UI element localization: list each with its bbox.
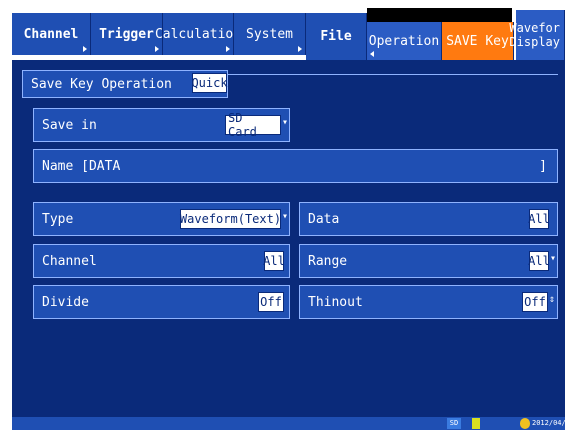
submenu-arrow-icon bbox=[298, 46, 302, 52]
data-select[interactable]: All bbox=[528, 209, 550, 229]
sd-card-icon: SD bbox=[447, 418, 461, 429]
divide-select[interactable]: Off bbox=[258, 292, 284, 312]
thinout-select[interactable]: Off bbox=[522, 292, 548, 312]
tab-system-label: System bbox=[246, 26, 293, 42]
submenu-arrow-icon bbox=[370, 51, 374, 57]
section-divider bbox=[228, 74, 558, 75]
screen: Channel Trigger Calculation System File … bbox=[12, 8, 565, 430]
dropdown-arrow-icon: ▾ bbox=[550, 253, 557, 264]
submenu-arrow-icon bbox=[83, 46, 87, 52]
dropdown-arrow-icon: ▾ bbox=[282, 117, 289, 128]
range-row: Range All ▾ bbox=[299, 244, 558, 278]
name-label: Name [DATA bbox=[42, 159, 121, 174]
thinout-label: Thinout bbox=[308, 295, 363, 310]
data-row: Data All bbox=[299, 202, 558, 236]
tab-save-key-label: SAVE Key bbox=[446, 33, 509, 49]
tab-operation[interactable]: Operation bbox=[367, 22, 442, 60]
channel-select[interactable]: All bbox=[263, 251, 285, 271]
tab-waveform-line1: Wavefor bbox=[509, 21, 560, 35]
status-bar: SD 2012/04/ bbox=[12, 417, 565, 430]
channel-row: Channel All bbox=[33, 244, 290, 278]
status-date: 2012/04/ bbox=[532, 419, 565, 427]
tab-file[interactable]: File bbox=[306, 13, 367, 60]
range-select[interactable]: All bbox=[528, 251, 550, 271]
power-icon bbox=[520, 418, 530, 429]
tab-trigger[interactable]: Trigger bbox=[91, 13, 163, 55]
name-end-bracket: ] bbox=[539, 159, 547, 174]
save-in-label: Save in bbox=[42, 118, 97, 133]
tab-channel-label: Channel bbox=[23, 26, 79, 42]
tab-calculation[interactable]: Calculation bbox=[155, 13, 241, 55]
tab-system[interactable]: System bbox=[234, 13, 306, 55]
quick-mode-button[interactable]: Quick bbox=[191, 73, 228, 93]
dropdown-arrow-icon: ▾ bbox=[282, 211, 289, 222]
thinout-row: Thinout Off ⇕ bbox=[299, 285, 558, 319]
range-label: Range bbox=[308, 254, 348, 269]
save-in-row: Save in SD Card ▾ bbox=[33, 108, 290, 142]
save-in-select[interactable]: SD Card bbox=[225, 111, 281, 139]
divide-label: Divide bbox=[42, 295, 89, 310]
divide-row: Divide Off bbox=[33, 285, 290, 319]
name-row[interactable]: Name [DATA ] bbox=[33, 149, 558, 183]
section-title-label: Save Key Operation bbox=[31, 76, 172, 92]
tab-waveform-line2: Display bbox=[509, 35, 560, 49]
channel-label: Channel bbox=[42, 254, 97, 269]
settings-panel: Save Key Operation Quick Save in SD Card… bbox=[12, 60, 565, 417]
data-label: Data bbox=[308, 212, 340, 227]
tab-operation-label: Operation bbox=[368, 33, 440, 49]
top-black-strip bbox=[367, 8, 512, 22]
stepper-arrows-icon: ⇕ bbox=[549, 294, 556, 305]
tab-trigger-label: Trigger bbox=[99, 26, 154, 42]
type-select[interactable]: Waveform(Text) bbox=[180, 209, 281, 229]
tab-file-label: File bbox=[320, 29, 352, 44]
type-label: Type bbox=[42, 212, 74, 227]
tab-bar: Channel Trigger Calculation System File … bbox=[12, 8, 565, 60]
tab-waveform-display[interactable]: Wavefor Display bbox=[509, 10, 565, 60]
type-row: Type Waveform(Text) ▾ bbox=[33, 202, 290, 236]
tab-save-key[interactable]: SAVE Key bbox=[442, 22, 514, 60]
tab-channel[interactable]: Channel bbox=[12, 13, 91, 55]
submenu-arrow-icon bbox=[155, 46, 159, 52]
usb-icon bbox=[472, 418, 480, 429]
tab-calculation-label: Calculation bbox=[154, 26, 242, 42]
submenu-arrow-icon bbox=[226, 46, 230, 52]
